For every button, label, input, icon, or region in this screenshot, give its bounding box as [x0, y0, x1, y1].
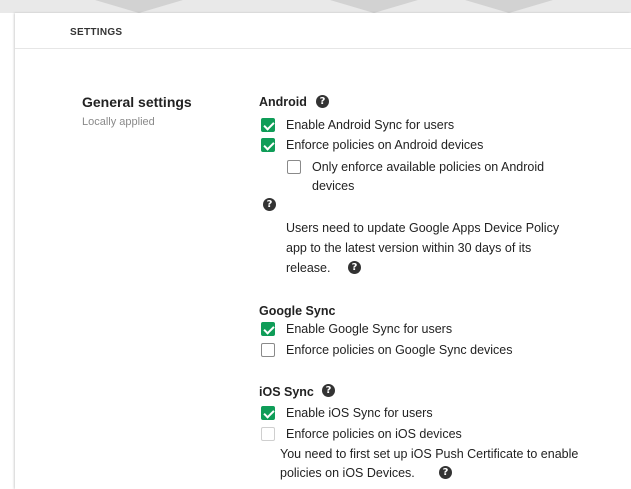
help-icon[interactable]: ?	[348, 261, 361, 274]
settings-card: SETTINGS General settings Locally applie…	[15, 13, 631, 489]
enforce-ios-policies-label: Enforce policies on iOS devices	[286, 427, 462, 441]
help-icon[interactable]: ?	[263, 198, 276, 211]
top-header-strip	[0, 0, 631, 13]
google-sync-heading: Google Sync	[259, 304, 336, 318]
android-heading: Android	[259, 95, 307, 109]
enable-ios-sync-checkbox[interactable]	[261, 406, 275, 420]
only-enforce-available-label-line1: Only enforce available policies on Andro…	[312, 160, 545, 174]
enforce-google-sync-policies-label: Enforce policies on Google Sync devices	[286, 343, 513, 357]
enforce-google-sync-policies-checkbox[interactable]	[261, 343, 275, 357]
general-settings-title: General settings	[82, 94, 192, 110]
ios-note-line2: policies on iOS Devices.	[280, 466, 415, 480]
ios-note-line1: You need to first set up iOS Push Certif…	[280, 447, 579, 461]
enable-google-sync-label: Enable Google Sync for users	[286, 322, 453, 336]
card-header-title: SETTINGS	[70, 27, 123, 38]
enable-android-sync-label: Enable Android Sync for users	[286, 118, 455, 132]
enable-ios-sync-label: Enable iOS Sync for users	[286, 406, 433, 420]
enforce-android-policies-checkbox[interactable]	[261, 138, 275, 152]
general-settings-subtitle: Locally applied	[82, 116, 155, 128]
help-icon[interactable]: ?	[322, 384, 335, 397]
ios-sync-heading: iOS Sync	[259, 385, 314, 399]
android-note-line3: release.	[286, 261, 331, 275]
decorative-shape	[95, 0, 183, 13]
decorative-shape	[330, 0, 418, 13]
enforce-ios-policies-checkbox[interactable]	[261, 427, 275, 441]
enable-google-sync-checkbox[interactable]	[261, 322, 275, 336]
only-enforce-available-checkbox[interactable]	[287, 160, 301, 174]
only-enforce-available-label-line2: devices	[312, 179, 355, 193]
enforce-android-policies-label: Enforce policies on Android devices	[286, 138, 484, 152]
help-icon[interactable]: ?	[316, 95, 329, 108]
help-icon[interactable]: ?	[439, 466, 452, 479]
card-header: SETTINGS	[15, 13, 631, 49]
enable-android-sync-checkbox[interactable]	[261, 118, 275, 132]
android-note-line1: Users need to update Google Apps Device …	[286, 221, 560, 235]
decorative-shape	[465, 0, 553, 13]
android-note-line2: app to the latest version within 30 days…	[286, 241, 532, 255]
